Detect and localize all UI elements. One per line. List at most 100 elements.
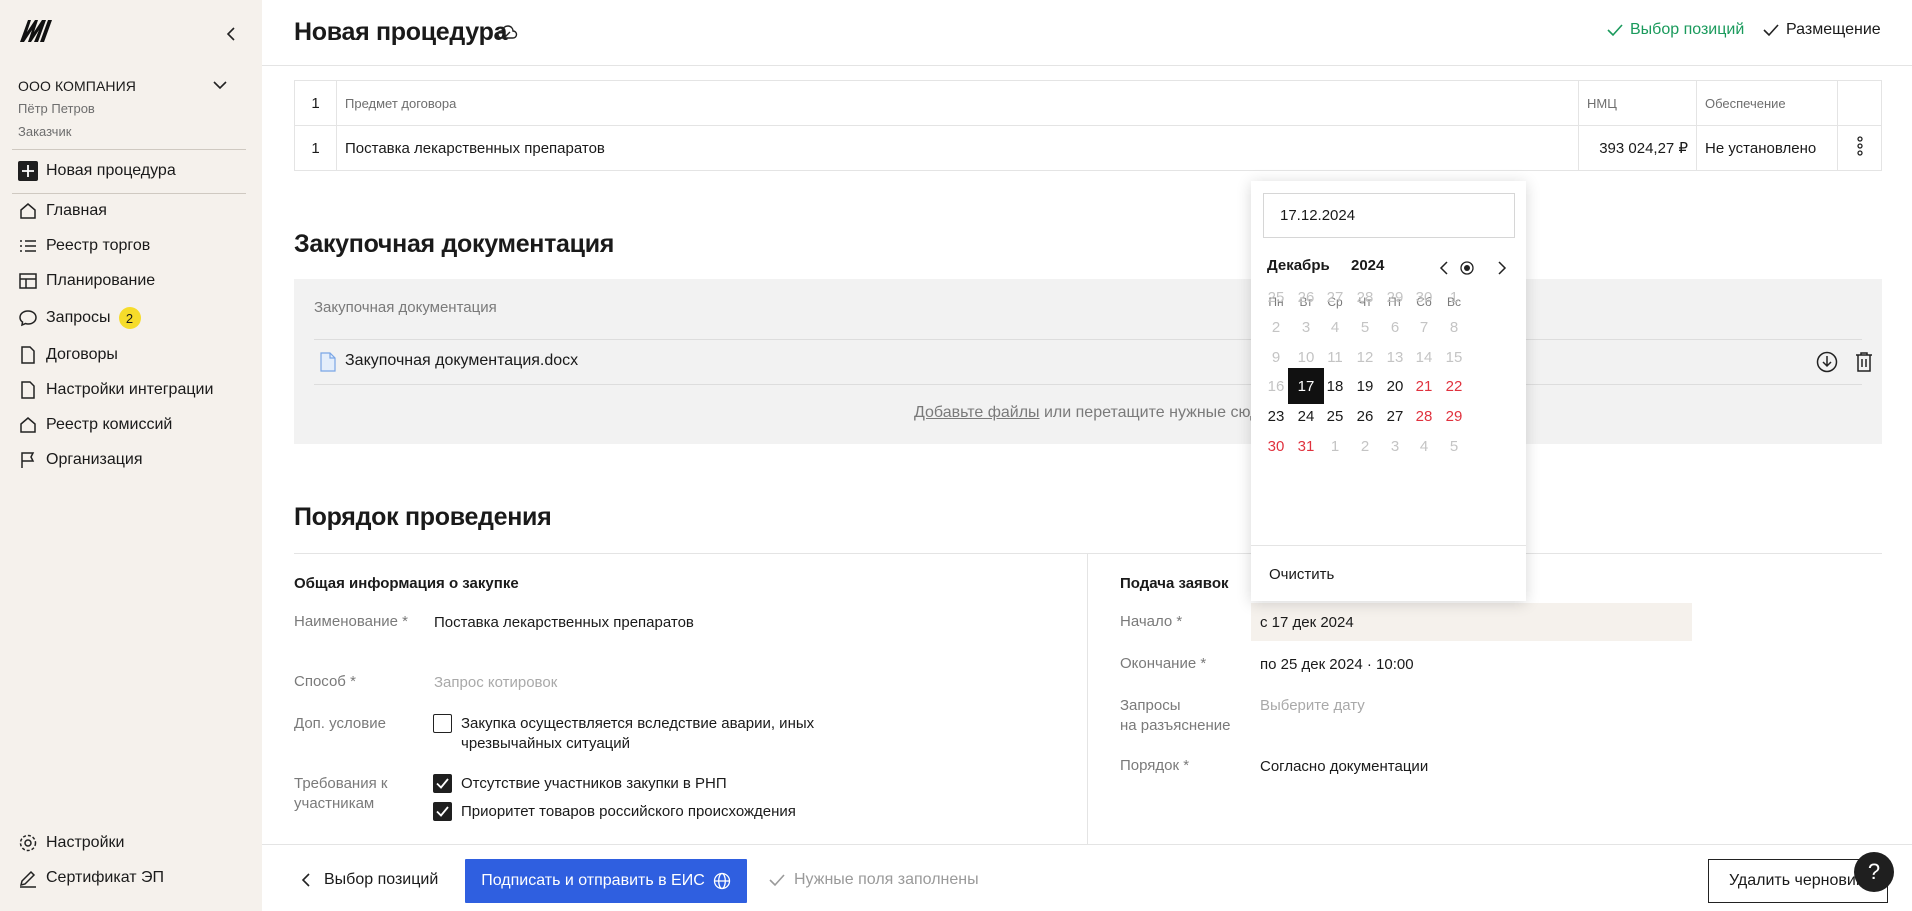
- chevron-down-icon[interactable]: [210, 78, 230, 94]
- validation-status: Нужные поля заполнены: [768, 871, 979, 889]
- name-label: Наименование *: [294, 613, 408, 630]
- file-icon: [320, 352, 336, 372]
- download-icon[interactable]: [1816, 351, 1838, 373]
- start-label: Начало *: [1120, 613, 1183, 630]
- file-name: Закупочная документация.docx: [345, 352, 579, 369]
- emergency-text: Закупка осуществляется вследствие аварии…: [461, 715, 815, 732]
- user-role: Заказчик: [18, 124, 72, 139]
- flag-icon: [18, 450, 38, 470]
- questions-date-field[interactable]: Выберите дату: [1260, 696, 1365, 716]
- month-select[interactable]: Декабрь: [1267, 257, 1330, 274]
- logo-icon: [20, 20, 52, 42]
- chevron-right-icon[interactable]: [1493, 260, 1509, 276]
- chevron-left-icon[interactable]: [1437, 260, 1453, 276]
- rnp-checkbox[interactable]: [433, 774, 452, 793]
- sidebar-item-settings[interactable]: Настройки: [18, 830, 124, 856]
- back-label: Выбор позиций: [324, 871, 439, 888]
- trash-icon[interactable]: [1854, 351, 1874, 373]
- sidebar-item-label: Реестр комиссий: [46, 416, 173, 433]
- general-info-title: Общая информация о закупке: [294, 575, 519, 592]
- plus-icon: [18, 161, 38, 181]
- sidebar-item-label: Организация: [46, 451, 143, 468]
- today-icon[interactable]: [1459, 260, 1475, 276]
- more-icon[interactable]: [1837, 125, 1882, 171]
- layout-icon: [18, 271, 38, 291]
- applications-title: Подача заявок: [1120, 575, 1229, 592]
- step-select-positions[interactable]: Выбор позиций: [1606, 21, 1744, 39]
- validation-label: Нужные поля заполнены: [794, 871, 979, 888]
- clear-button[interactable]: Очистить: [1269, 566, 1334, 583]
- company-name[interactable]: ООО КОМПАНИЯ: [18, 78, 136, 94]
- chevron-left-icon: [301, 873, 310, 887]
- file-row[interactable]: Закупочная документация.docx: [314, 339, 1872, 385]
- sidebar-item-label: Настройки: [46, 834, 125, 851]
- divider: [1087, 554, 1088, 844]
- rnp-text: Отсутствие участников закупки в РНП: [461, 775, 727, 792]
- sidebar-item-label: Реестр торгов: [46, 237, 151, 254]
- sidebar-item-label: Планирование: [46, 272, 156, 289]
- page-title: Новая процедура: [294, 18, 508, 46]
- year-select[interactable]: 2024: [1351, 257, 1384, 274]
- emergency-checkbox[interactable]: [433, 714, 452, 733]
- list-icon: [18, 236, 38, 256]
- gear-icon: [18, 833, 38, 853]
- count-badge: 2: [118, 307, 141, 329]
- sidebar-item-organization[interactable]: Организация: [18, 447, 143, 473]
- table-header-nmc: НМЦ: [1578, 80, 1697, 126]
- step-label: Размещение: [1786, 21, 1881, 38]
- table-row[interactable]: 1 Поставка лекарственных препаратов 393 …: [294, 125, 1882, 171]
- calendar-day: 5: [1449, 437, 1459, 455]
- docs-label: Закупочная документация: [314, 299, 497, 316]
- table-header-row: 1 Предмет договора НМЦ Обеспечение: [294, 80, 1882, 126]
- sidebar-item-certificate[interactable]: Сертификат ЭП: [18, 865, 164, 891]
- emergency-text-2: чрезвычайных ситуаций: [461, 735, 631, 752]
- table-header-security: Обеспечение: [1696, 80, 1838, 126]
- sidebar-item-new-procedure[interactable]: Новая процедура: [18, 158, 176, 184]
- sidebar-item-planning[interactable]: Планирование: [18, 268, 155, 294]
- order-label: Порядок *: [1120, 757, 1190, 774]
- docs-dropzone[interactable]: Закупочная документация Закупочная докум…: [294, 279, 1882, 444]
- sidebar-item-label: Запросы: [46, 309, 111, 326]
- divider: [12, 149, 246, 150]
- sidebar-item-trades[interactable]: Реестр торгов: [18, 233, 150, 259]
- order-field[interactable]: Согласно документации: [1260, 757, 1428, 777]
- docs-heading: Закупочная документация: [294, 230, 615, 258]
- datepicker-popup: 17.12.2024 Декабрь 2024 Очистить Пн Вт Ср Ч…: [1251, 181, 1526, 601]
- check-icon: [436, 806, 449, 817]
- order-heading: Порядок проведения: [294, 503, 552, 531]
- date-input[interactable]: 17.12.2024: [1263, 193, 1515, 238]
- end-date-field[interactable]: по 25 дек 2024 · 10:00: [1260, 655, 1414, 675]
- table-header-actions: [1837, 80, 1882, 126]
- divider: [1251, 545, 1526, 546]
- name-field[interactable]: Поставка лекарственных препаратов: [434, 613, 694, 633]
- check-icon: [769, 874, 785, 887]
- questions-label-2: на разъяснение: [1120, 717, 1231, 734]
- sidebar-item-home[interactable]: Главная: [18, 198, 107, 224]
- priority-text: Приоритет товаров российского происхожде…: [461, 803, 796, 820]
- method-field[interactable]: Запрос котировок: [434, 673, 557, 693]
- questions-label: Запросы: [1120, 697, 1181, 714]
- requirements-label: Требования к: [294, 775, 388, 792]
- divider: [294, 553, 1882, 554]
- back-button[interactable]: Выбор позиций: [298, 871, 438, 889]
- priority-checkbox[interactable]: [433, 802, 452, 821]
- step-label: Выбор позиций: [1630, 21, 1745, 38]
- help-button[interactable]: ?: [1854, 852, 1894, 892]
- sidebar-item-label: Главная: [46, 202, 107, 219]
- sidebar-item-requests[interactable]: Запросы 2: [18, 305, 141, 331]
- positions-table: 1 Предмет договора НМЦ Обеспечение 1 Пос…: [294, 80, 1882, 171]
- sign-and-send-button[interactable]: Подписать и отправить в ЕИС: [465, 859, 747, 903]
- sidebar-item-integration-settings[interactable]: Настройки интеграции: [18, 377, 213, 403]
- step-placement[interactable]: Размещение: [1762, 21, 1881, 39]
- sidebar-item-commissions[interactable]: Реестр комиссий: [18, 412, 172, 438]
- sidebar-item-label: Настройки интеграции: [46, 381, 214, 398]
- collapse-sidebar-icon[interactable]: [222, 24, 242, 44]
- globe-icon: [713, 872, 730, 890]
- check-icon: [1607, 24, 1623, 37]
- sidebar-item-contracts[interactable]: Договоры: [18, 342, 118, 368]
- chat-icon: [18, 308, 38, 328]
- sidebar-item-label: Новая процедура: [46, 162, 176, 179]
- divider: [12, 193, 246, 194]
- table-cell-nmc: 393 024,27 ₽: [1578, 125, 1697, 171]
- add-files-link[interactable]: Добавьте файлы: [914, 404, 1040, 421]
